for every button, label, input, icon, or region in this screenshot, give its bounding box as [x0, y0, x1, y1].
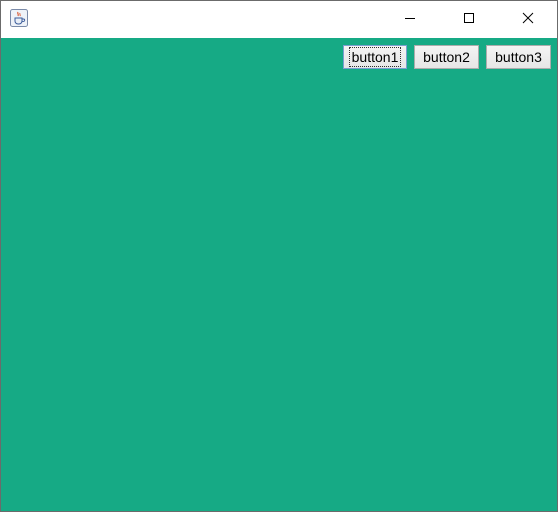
button2-label: button2: [423, 49, 470, 65]
close-icon: [522, 11, 534, 29]
button1-button[interactable]: button1: [343, 45, 407, 69]
title-bar[interactable]: [1, 1, 557, 38]
content-panel: button1 button2 button3: [1, 38, 557, 511]
button2-button[interactable]: button2: [414, 45, 479, 69]
maximize-button[interactable]: [446, 1, 492, 38]
minimize-button[interactable]: [387, 1, 433, 38]
button1-label: button1: [348, 47, 402, 67]
java-cup-icon[interactable]: [10, 9, 28, 27]
button3-button[interactable]: button3: [486, 45, 551, 69]
minimize-icon: [404, 11, 416, 29]
app-window: button1 button2 button3: [0, 0, 558, 512]
maximize-icon: [463, 11, 475, 29]
close-button[interactable]: [505, 1, 551, 38]
button3-label: button3: [495, 49, 542, 65]
